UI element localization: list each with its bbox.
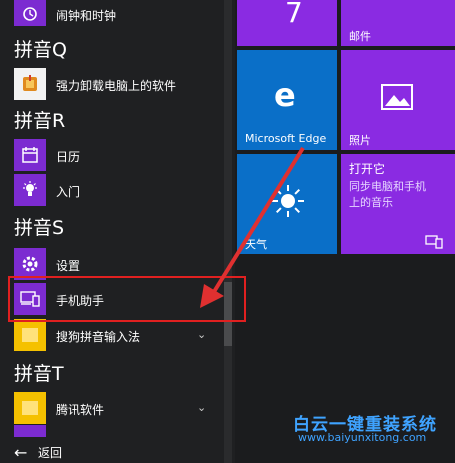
watermark-url: www.baiyunxitong.com <box>298 431 427 444</box>
annotation-arrow <box>200 146 305 308</box>
